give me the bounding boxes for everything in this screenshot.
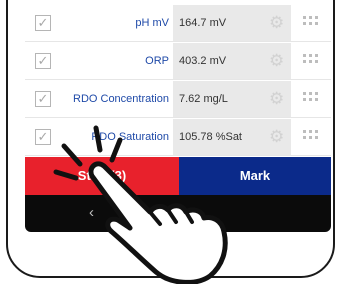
drag-handle-icon[interactable] (303, 54, 319, 68)
parameter-label: RDO Concentration (73, 93, 169, 105)
drag-handle-icon[interactable] (303, 92, 319, 106)
drag-handle-icon[interactable] (303, 16, 319, 30)
parameter-row-ph-mv[interactable]: ✓ pH mV 164.7 mV ⚙ (25, 4, 331, 42)
value-box: 7.62 mg/L ⚙ (173, 81, 291, 117)
gear-icon[interactable]: ⚙ (269, 90, 284, 108)
checkbox-icon[interactable]: ✓ (35, 129, 51, 145)
parameter-value: 403.2 mV (179, 55, 227, 67)
drag-handle-icon[interactable] (303, 130, 319, 144)
parameter-label: RDO Saturation (91, 131, 169, 143)
checkbox-icon[interactable]: ✓ (35, 91, 51, 107)
mark-button[interactable]: Mark (179, 157, 331, 195)
parameter-value: 164.7 mV (179, 17, 227, 29)
parameter-value: 7.62 mg/L (179, 93, 228, 105)
parameter-row-rdo-concentration[interactable]: ✓ RDO Concentration 7.62 mg/L ⚙ (25, 80, 331, 118)
app-screen: ✓ pH mV 164.7 mV ⚙ ✓ ORP 403.2 mV ⚙ ✓ RD… (25, 0, 331, 232)
value-box: 105.78 %Sat ⚙ (173, 119, 291, 155)
value-box: 403.2 mV ⚙ (173, 43, 291, 79)
checkbox-icon[interactable]: ✓ (35, 53, 51, 69)
stop-button[interactable]: Stop (3) (25, 157, 179, 195)
home-icon[interactable] (167, 210, 189, 219)
gear-icon[interactable]: ⚙ (269, 128, 284, 146)
android-nav-bar: ‹ (25, 195, 331, 232)
back-icon[interactable]: ‹ (89, 205, 94, 221)
gear-icon[interactable]: ⚙ (269, 52, 284, 70)
parameter-row-orp[interactable]: ✓ ORP 403.2 mV ⚙ (25, 42, 331, 80)
parameter-row-rdo-saturation[interactable]: ✓ RDO Saturation 105.78 %Sat ⚙ (25, 118, 331, 156)
gear-icon[interactable]: ⚙ (269, 14, 284, 32)
parameter-label: pH mV (135, 17, 169, 29)
value-box: 164.7 mV ⚙ (173, 5, 291, 41)
parameter-label: ORP (145, 55, 169, 67)
checkbox-icon[interactable]: ✓ (35, 15, 51, 31)
parameter-value: 105.78 %Sat (179, 131, 242, 143)
